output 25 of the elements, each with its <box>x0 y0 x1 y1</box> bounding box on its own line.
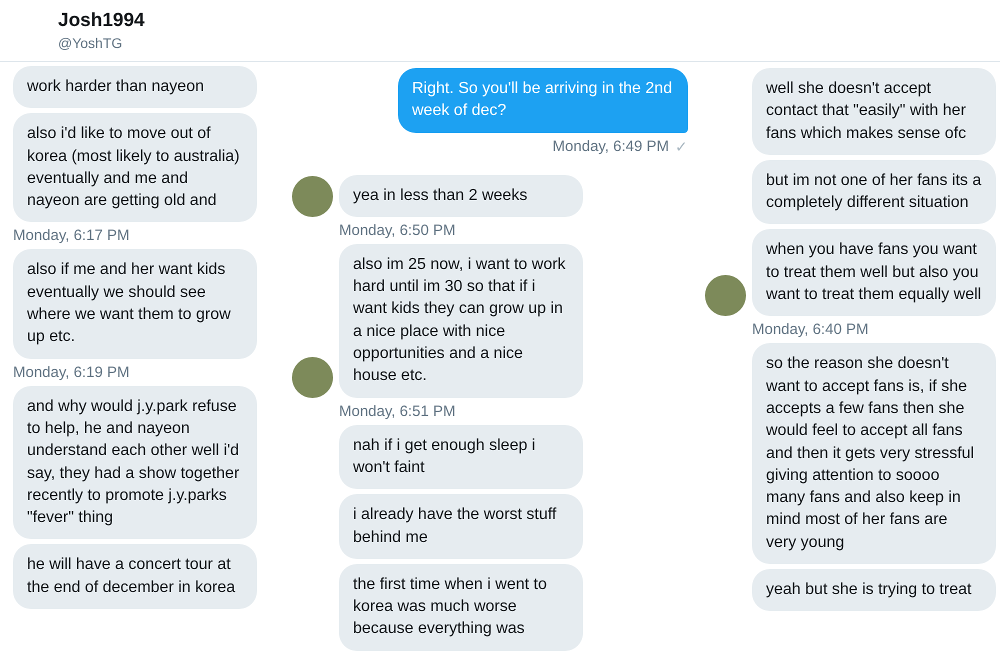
received-message: but im not one of her fans its a completely different situation <box>752 160 996 224</box>
received-message: the first time when i went to korea was much worse because everything was <box>339 564 583 651</box>
message-timestamp: Monday, 6:19 PM <box>13 364 130 381</box>
received-message: also im 25 now, i want to work hard until im 30 so that if i want kids they can grow up in a nice place with nice opportunities and a nice house etc. <box>339 244 583 398</box>
message-timestamp: Monday, 6:51 PM <box>339 402 456 420</box>
received-message: he will have a concert tour at the end of december in korea <box>13 544 257 610</box>
received-message: also if me and her want kids eventually we should see where we want them to grow up etc. <box>13 249 257 359</box>
received-message: yea in less than 2 weeks <box>339 174 583 217</box>
received-message: yeah but she is trying to treat <box>752 569 996 612</box>
received-message: i already have the worst stuff behind me <box>339 494 583 559</box>
sent-message: Right. So you'll be arriving in the 2nd week of dec? <box>398 68 688 133</box>
message-timestamp: Monday, 6:17 PM <box>13 227 130 244</box>
received-message: and why would j.y.park refuse to help, he and nayeon understand each other well i'd say, they had a show together recently to promote j.y.parks "fever" thing <box>13 386 257 540</box>
profile-handle: @YoshTG <box>58 35 124 51</box>
received-message: well she doesn't accept contact that "easily" with her fans which makes sense ofc <box>752 68 996 155</box>
received-message: when you have fans you want to treat them well but also you want to treat them equally well <box>752 229 996 316</box>
profile-name: Josh1994 <box>58 10 146 32</box>
received-message: nah if i get enough sleep i won't faint <box>339 424 583 490</box>
read-check-icon: ✓ <box>675 138 688 156</box>
message-timestamp: Monday, 6:40 PM <box>752 321 868 338</box>
message-timestamp: Monday, 6:49 PM <box>552 138 669 156</box>
received-message: so the reason she doesn't want to accept fans is, if she accepts a few fans then she would feel to accept all fans and then it gets very stressful giving attention to soooo many fans and also keep in mind most of her fans are very young <box>752 343 996 564</box>
received-message: work harder than nayeon <box>13 66 257 108</box>
message-timestamp: Monday, 6:50 PM <box>339 222 456 239</box>
received-message: also i'd like to move out of korea (most likely to australia) eventually and me and nayeon are getting old and <box>13 113 257 222</box>
